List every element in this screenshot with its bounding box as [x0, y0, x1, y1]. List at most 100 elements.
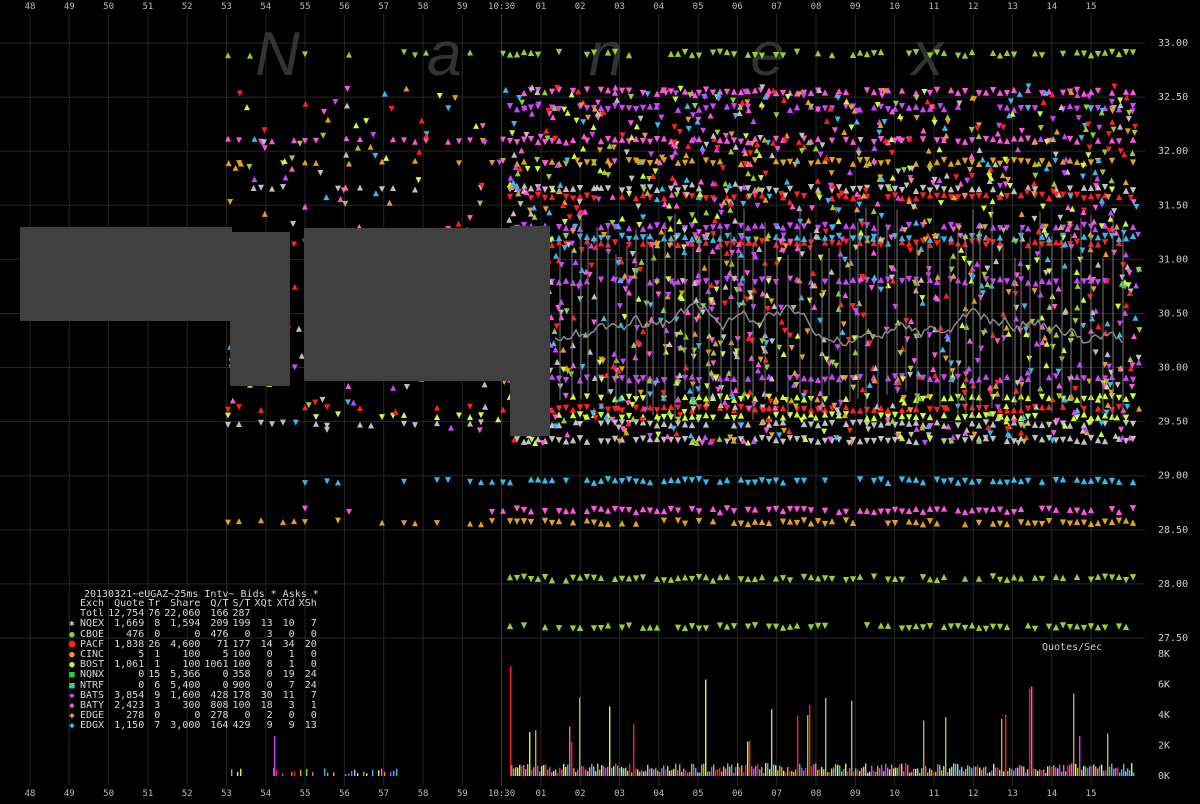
quote-mark	[225, 135, 231, 142]
quote-mark	[576, 624, 584, 631]
quote-mark	[1010, 106, 1018, 113]
quote-mark	[926, 166, 933, 173]
quote-mark	[1051, 303, 1058, 310]
quote-mark	[357, 405, 363, 412]
quote-mark	[959, 322, 966, 329]
quotes-bar	[901, 763, 903, 776]
quote-mark	[1094, 241, 1102, 248]
quote-mark	[1116, 320, 1123, 327]
quote-mark	[676, 218, 683, 225]
quote-mark	[737, 138, 745, 146]
quote-mark	[933, 406, 941, 414]
quote-mark	[739, 274, 746, 281]
quote-mark	[541, 186, 549, 193]
quote-mark	[625, 105, 633, 112]
quote-mark	[1010, 574, 1018, 581]
quote-mark	[940, 623, 948, 631]
quote-mark	[835, 184, 843, 191]
quote-mark	[625, 87, 633, 94]
quote-mark	[758, 276, 766, 283]
quotes-bar	[555, 769, 557, 776]
quote-mark	[837, 399, 844, 406]
quote-mark	[691, 103, 698, 110]
quote-mark	[807, 573, 815, 581]
quotes-bar	[727, 763, 729, 776]
quote-mark	[933, 576, 941, 584]
quote-mark	[1129, 49, 1137, 56]
quote-mark	[1038, 404, 1046, 411]
quotes-bar	[653, 769, 655, 776]
quote-mark	[640, 328, 647, 335]
quote-mark	[627, 120, 634, 127]
quote-mark	[800, 235, 808, 242]
quote-mark	[639, 435, 647, 442]
quote-mark	[716, 393, 724, 400]
quote-mark	[1116, 331, 1123, 338]
quote-mark	[842, 517, 850, 524]
quote-mark	[597, 223, 605, 231]
quote-mark	[619, 132, 626, 139]
quote-mark	[898, 406, 906, 413]
quote-mark	[730, 508, 738, 515]
quote-mark	[660, 222, 668, 229]
quote-mark	[1010, 157, 1018, 164]
quote-mark	[500, 406, 506, 413]
quote-mark	[569, 436, 577, 444]
quote-mark	[1113, 223, 1120, 230]
quote-mark	[561, 106, 568, 113]
quote-mark	[737, 412, 745, 419]
quote-mark	[1003, 90, 1011, 97]
quote-mark	[357, 184, 363, 191]
quote-mark	[1013, 387, 1020, 394]
quote-mark	[543, 127, 550, 134]
quote-mark	[562, 193, 570, 201]
quote-mark	[800, 573, 808, 581]
quote-mark	[1052, 278, 1060, 285]
quote-mark	[344, 102, 351, 109]
quote-mark	[674, 624, 682, 631]
quote-mark	[786, 198, 793, 205]
quote-mark	[319, 396, 326, 403]
quote-mark	[961, 624, 969, 632]
quote-mark	[758, 518, 766, 526]
quote-mark	[779, 507, 787, 515]
x-tick-label-top: 53	[221, 2, 232, 12]
quotes-y-tick-label: 6K	[1158, 680, 1170, 691]
y-tick-label: 28.50	[1158, 525, 1188, 536]
quotes-bar	[1077, 767, 1079, 776]
quote-mark	[688, 222, 696, 229]
quotes-bar	[1109, 766, 1111, 776]
quote-mark	[674, 241, 682, 249]
quote-mark	[933, 506, 941, 513]
quote-mark	[302, 404, 308, 411]
x-tick-label-top: 13	[1007, 2, 1018, 12]
quote-mark	[467, 413, 473, 420]
quote-mark	[989, 477, 997, 485]
quotes-bar	[857, 769, 859, 776]
quote-mark	[672, 96, 679, 103]
quotes-bar	[795, 769, 797, 776]
quote-mark	[478, 479, 484, 486]
quotes-bar	[1031, 686, 1033, 776]
y-tick-label: 32.50	[1158, 92, 1188, 103]
quote-mark	[229, 397, 236, 404]
quotes-bar	[785, 771, 787, 776]
quote-mark	[900, 167, 907, 174]
stats-cell-xsh: 13	[304, 720, 317, 732]
quote-mark	[919, 413, 927, 420]
quote-mark	[1031, 412, 1039, 420]
quote-mark	[681, 233, 689, 241]
redaction-block	[510, 226, 550, 436]
quote-mark	[292, 419, 299, 426]
quotes-bar	[737, 763, 739, 776]
quote-mark	[800, 506, 808, 513]
quote-mark	[786, 435, 794, 442]
quote-mark	[616, 303, 623, 310]
quote-mark	[654, 122, 661, 129]
quote-mark	[473, 122, 480, 129]
quote-mark	[1056, 382, 1063, 389]
quote-mark	[269, 138, 275, 145]
quote-mark	[445, 138, 451, 145]
quotes-bar	[274, 736, 276, 776]
quotes-bar	[669, 770, 671, 776]
